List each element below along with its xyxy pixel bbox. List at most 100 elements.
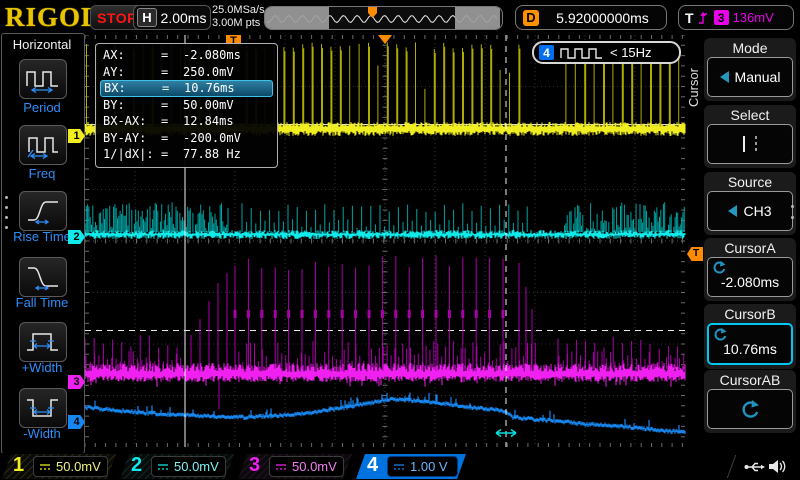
cursor-a-value: -2.080ms	[721, 274, 779, 290]
trigger-level-value: 136mV	[733, 10, 774, 25]
source-label: Source	[707, 174, 793, 191]
measure-label-period: Period	[0, 100, 84, 115]
menu-tab-cursor: Cursor	[686, 52, 702, 122]
measure-button-rise-time[interactable]	[19, 191, 67, 231]
channel-4-number: 4	[367, 454, 378, 477]
channel-status-bar: 1 50.0mV 2 50.0mV 3 50.0mV 4 1.00 V	[0, 453, 800, 480]
channel-2-block[interactable]: 2 50.0mV	[120, 454, 234, 479]
select-label: Select	[707, 107, 793, 124]
measure-label-pos-width: +Width	[0, 360, 84, 375]
channel-3-number: 3	[249, 454, 260, 477]
cursor-measurement-box: AX:=-2.080ms AY:=250.0mV BX:=10.76ms BY:…	[95, 43, 278, 168]
left-triangle-icon	[728, 205, 737, 217]
cursor-ab-label: CursorAB	[707, 372, 793, 389]
cursor-a-button[interactable]: -2.080ms	[707, 257, 793, 297]
square-wave-icon	[560, 46, 604, 60]
h-indicator: H	[137, 8, 157, 27]
rising-edge-icon	[698, 10, 710, 26]
channel-1-block[interactable]: 1 50.0mV	[2, 454, 116, 479]
mode-label: Mode	[707, 40, 793, 57]
ch2-trace	[85, 202, 684, 232]
cursor-b-button[interactable]: 10.76ms	[707, 323, 793, 365]
fall-time-icon	[25, 263, 61, 291]
measure-button-fall-time[interactable]	[19, 257, 67, 297]
rise-time-icon	[25, 197, 61, 225]
memory-depth: 3.00M pts	[212, 17, 265, 30]
menu-item-cursor-a: CursorA -2.080ms	[704, 238, 796, 301]
menu-item-mode: Mode Manual	[704, 38, 796, 101]
cursor-row-ay: AY:=250.0mV	[100, 64, 273, 81]
oscilloscope-screen: RIGOL STOP H 2.00ms 25.0MSa/s 3.00M pts …	[0, 0, 800, 480]
cursor-row-byay: BY-AY:=-200.0mV	[100, 130, 273, 147]
minus-width-icon	[25, 394, 61, 422]
frequency-counter-badge: 4 < 15Hz	[532, 41, 681, 64]
left-menu-title: Horizontal	[0, 37, 84, 52]
preview-mask-left	[265, 7, 329, 29]
rotate-knob-icon	[740, 399, 760, 419]
delay-indicator: D	[523, 10, 539, 26]
delay-value: 5.92000000ms	[539, 10, 666, 26]
brand-logo: RIGOL	[5, 2, 100, 33]
cursor-row-bxax: BX-AX:=12.84ms	[100, 113, 273, 130]
preview-mask-right	[455, 7, 500, 29]
horizontal-timebase-pill: H 2.00ms	[133, 5, 211, 30]
left-page-dots	[5, 196, 8, 229]
channel-1-number: 1	[13, 454, 24, 477]
usb-icon	[744, 460, 766, 474]
cursor-b-value: 10.76ms	[723, 341, 777, 357]
trigger-status-pill: T 3 136mV	[678, 5, 794, 30]
freq-counter-channel: 4	[539, 45, 554, 60]
memory-waveform-preview	[264, 6, 503, 30]
channel-1-scale: 50.0mV	[33, 456, 108, 477]
status-divider	[727, 455, 736, 478]
channel-2-scale: 50.0mV	[151, 456, 226, 477]
cursor-row-bx-selected[interactable]: BX:=10.76ms	[100, 80, 273, 97]
trigger-indicator: T	[685, 10, 694, 26]
select-button[interactable]	[707, 124, 793, 164]
channel-3-scale: 50.0mV	[269, 456, 344, 477]
measure-label-freq: Freq	[0, 166, 84, 181]
sample-rate: 25.0MSa/s	[212, 4, 265, 17]
ch3-trace	[85, 255, 684, 409]
measure-button-period[interactable]	[19, 59, 67, 99]
dc-coupling-icon	[275, 462, 287, 472]
period-icon	[25, 65, 61, 93]
measure-button-pos-width[interactable]	[19, 322, 67, 362]
menu-item-cursor-ab: CursorAB	[704, 370, 796, 433]
dc-coupling-icon	[393, 462, 405, 472]
plus-width-icon	[25, 328, 61, 356]
right-page-dots	[791, 205, 794, 219]
freq-icon	[25, 131, 61, 159]
measure-button-freq[interactable]	[19, 125, 67, 165]
cursor-ab-button[interactable]	[707, 389, 793, 429]
cursor-row-by: BY:=50.00mV	[100, 97, 273, 114]
measure-button-neg-width[interactable]	[19, 388, 67, 428]
cursor-b-label: CursorB	[707, 306, 793, 323]
measure-label-fall-time: Fall Time	[0, 295, 84, 310]
left-triangle-icon	[720, 71, 729, 83]
delay-pill: D 5.92000000ms	[515, 5, 667, 30]
channel-3-block[interactable]: 3 50.0mV	[238, 454, 352, 479]
mode-value: Manual	[735, 69, 781, 85]
source-button[interactable]: CH3	[707, 191, 793, 231]
horizontal-center-marker	[378, 35, 392, 44]
menu-item-select: Select	[704, 105, 796, 168]
source-value: CH3	[743, 203, 771, 219]
channel-4-block-selected[interactable]: 4 1.00 V	[356, 454, 466, 479]
menu-item-cursor-b: CursorB 10.76ms	[704, 304, 796, 369]
rotate-knob-icon	[712, 260, 726, 274]
dc-coupling-icon	[157, 462, 169, 472]
trigger-level-flag[interactable]: T	[687, 247, 703, 261]
cursor-lines-icon	[735, 134, 765, 154]
timebase-value: 2.00ms	[157, 10, 210, 26]
channel-4-scale: 1.00 V	[387, 456, 458, 477]
cursor-row-ax: AX:=-2.080ms	[100, 47, 273, 64]
freq-counter-value: < 15Hz	[610, 45, 652, 60]
cursor-row-freq: 1/|dX|:=77.88 Hz	[100, 146, 273, 163]
menu-item-source: Source CH3	[704, 172, 796, 235]
mode-button[interactable]: Manual	[707, 57, 793, 97]
channel-2-number: 2	[131, 454, 142, 477]
cursor-a-label: CursorA	[707, 240, 793, 257]
sound-icon	[768, 458, 788, 475]
rotate-knob-icon	[713, 327, 727, 341]
